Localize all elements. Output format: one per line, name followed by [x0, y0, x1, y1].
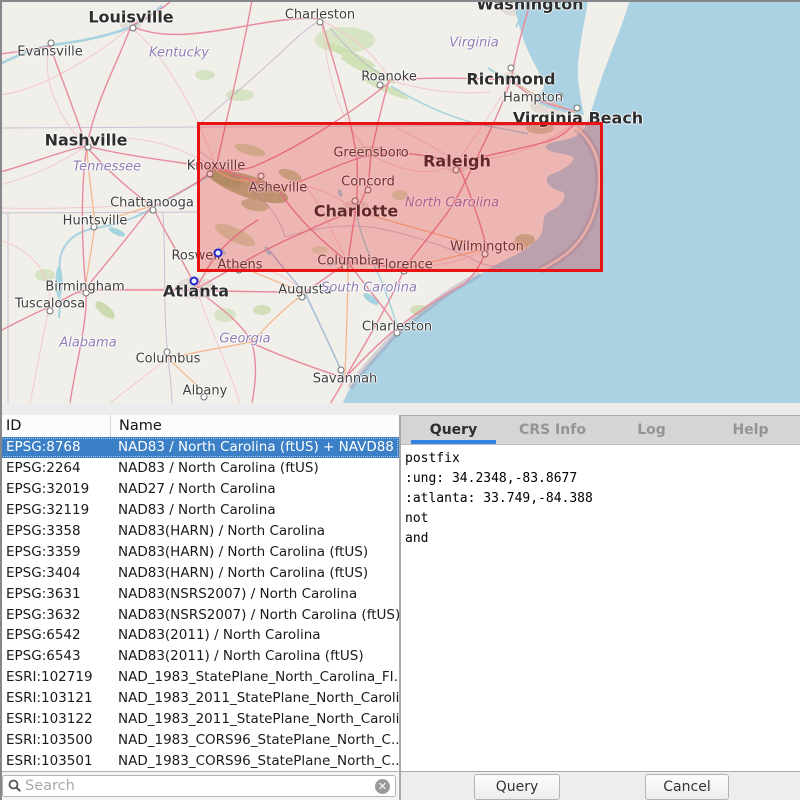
table-row[interactable]: EPSG:3631NAD83(NSRS2007) / North Carolin… [0, 583, 399, 604]
query-button[interactable]: Query [474, 774, 560, 800]
map-city-label: Tuscaloosa [15, 297, 85, 312]
cell-name: NAD_1983_2011_StatePlane_North_Caroli... [110, 690, 399, 706]
tab-query[interactable]: Query [404, 416, 503, 444]
crs-table-body: EPSG:8768NAD83 / North Carolina (ftUS) +… [0, 437, 399, 771]
column-header-name[interactable]: Name [111, 418, 399, 434]
map-state-label: Tennessee [73, 160, 141, 175]
cell-id: EPSG:3404 [0, 565, 110, 581]
map-city-label: Evansville [17, 45, 82, 60]
table-row[interactable]: EPSG:8768NAD83 / North Carolina (ftUS) +… [0, 437, 399, 458]
map-state-label: Alabama [59, 336, 116, 351]
clear-search-icon[interactable]: ✕ [375, 779, 390, 794]
cell-name: NAD83(HARN) / North Carolina (ftUS) [110, 565, 399, 581]
action-bar: Query Cancel [401, 771, 800, 800]
table-row[interactable]: EPSG:32019NAD27 / North Carolina [0, 479, 399, 500]
cell-id: EPSG:6543 [0, 648, 110, 664]
cell-id: EPSG:3358 [0, 523, 110, 539]
cell-name: NAD83 / North Carolina (ftUS) + NAVD88 .… [110, 439, 399, 455]
cell-id: ESRI:103122 [0, 711, 110, 727]
table-row[interactable]: ESRI:103501NAD_1983_CORS96_StatePlane_No… [0, 750, 399, 771]
cell-name: NAD_1983_StatePlane_North_Carolina_FI... [110, 669, 399, 685]
cell-id: EPSG:32119 [0, 502, 110, 518]
cell-name: NAD83(NSRS2007) / North Carolina (ftUS) [110, 607, 399, 623]
map-point-marker [190, 277, 199, 286]
map-city-label: Birmingham [45, 280, 124, 295]
cell-name: NAD_1983_CORS96_StatePlane_North_C... [110, 753, 399, 769]
cell-id: EPSG:2264 [0, 460, 110, 476]
cell-id: ESRI:102719 [0, 669, 110, 685]
map-city-label: Hampton [503, 91, 563, 106]
search-box: ✕ [2, 775, 396, 797]
map-city-label: Louisville [88, 8, 173, 27]
cell-id: EPSG:8768 [0, 439, 110, 455]
table-row[interactable]: ESRI:102719NAD_1983_StatePlane_North_Car… [0, 667, 399, 688]
cell-name: NAD27 / North Carolina [110, 481, 399, 497]
map-state-label: Kentucky [149, 46, 209, 61]
cell-id: EPSG:3631 [0, 586, 110, 602]
column-header-id[interactable]: ID [0, 415, 111, 437]
table-row[interactable]: ESRI:103122NAD_1983_2011_StatePlane_Nort… [0, 709, 399, 730]
table-row[interactable]: EPSG:32119NAD83 / North Carolina [0, 500, 399, 521]
window-border-top [0, 0, 800, 2]
table-header: ID Name [0, 415, 399, 438]
table-row[interactable]: EPSG:3404NAD83(HARN) / North Carolina (f… [0, 562, 399, 583]
cancel-button[interactable]: Cancel [645, 774, 729, 800]
table-row[interactable]: EPSG:6543NAD83(2011) / North Carolina (f… [0, 646, 399, 667]
map-city-label: Nashville [45, 131, 128, 150]
cell-id: ESRI:103501 [0, 753, 110, 769]
table-row[interactable]: EPSG:3632NAD83(NSRS2007) / North Carolin… [0, 604, 399, 625]
search-input[interactable] [23, 778, 375, 794]
cell-name: NAD_1983_2011_StatePlane_North_Caroli... [110, 711, 399, 727]
map-point-marker [214, 249, 223, 258]
table-bottom-border [0, 771, 399, 772]
cell-id: EPSG:3359 [0, 544, 110, 560]
search-icon [7, 778, 23, 794]
tab-bar: QueryCRS InfoLogHelp [401, 415, 800, 445]
table-row[interactable]: EPSG:3358NAD83(HARN) / North Carolina [0, 521, 399, 542]
map-state-label: South Carolina [321, 281, 417, 296]
cell-id: ESRI:103121 [0, 690, 110, 706]
tab-crs-info[interactable]: CRS Info [503, 416, 602, 444]
cell-id: EPSG:32019 [0, 481, 110, 497]
map-city-label: Huntsville [63, 214, 128, 229]
map-city-label: Savannah [313, 372, 378, 387]
map-city-label: Roanoke [361, 70, 417, 85]
map-city-label: Chattanooga [110, 196, 194, 211]
map-city-label: Washington [476, 0, 583, 14]
cell-name: NAD83(2011) / North Carolina [110, 627, 399, 643]
cell-id: EPSG:6542 [0, 627, 110, 643]
query-editor[interactable]: postfix :ung: 34.2348,-83.8677 :atlanta:… [401, 445, 800, 771]
cell-name: NAD83 / North Carolina (ftUS) [110, 460, 399, 476]
map-state-label: Georgia [219, 332, 270, 347]
table-row[interactable]: EPSG:3359NAD83(HARN) / North Carolina (f… [0, 541, 399, 562]
query-panel: QueryCRS InfoLogHelp postfix :ung: 34.23… [400, 415, 800, 800]
table-row[interactable]: EPSG:2264NAD83 / North Carolina (ftUS) [0, 458, 399, 479]
cell-name: NAD83(HARN) / North Carolina (ftUS) [110, 544, 399, 560]
table-row[interactable]: EPSG:6542NAD83(2011) / North Carolina [0, 625, 399, 646]
table-row[interactable]: ESRI:103121NAD_1983_2011_StatePlane_Nort… [0, 688, 399, 709]
map-city-label: Columbus [136, 352, 201, 367]
tab-log[interactable]: Log [602, 416, 701, 444]
cell-name: NAD83 / North Carolina [110, 502, 399, 518]
map-city-label: Charleston [362, 320, 432, 335]
map-city-label: Charleston [285, 8, 355, 23]
cell-name: NAD83(HARN) / North Carolina [110, 523, 399, 539]
map-city-label: Albany [183, 384, 228, 399]
cell-name: NAD_1983_CORS96_StatePlane_North_C... [110, 732, 399, 748]
map-city-label: Richmond [466, 70, 555, 89]
crs-results-panel: ID Name EPSG:8768NAD83 / North Carolina … [0, 415, 400, 800]
map-selection-rectangle [197, 122, 603, 272]
map-state-label: Virginia [449, 36, 499, 51]
tab-help[interactable]: Help [701, 416, 800, 444]
cell-name: NAD83(NSRS2007) / North Carolina [110, 586, 399, 602]
panel-divider [0, 403, 800, 415]
window-border-left [0, 0, 2, 800]
table-row[interactable]: ESRI:103500NAD_1983_CORS96_StatePlane_No… [0, 729, 399, 750]
cell-name: NAD83(2011) / North Carolina (ftUS) [110, 648, 399, 664]
map[interactable]: WashingtonLouisvilleNashvilleRichmondRal… [0, 0, 800, 403]
cell-id: ESRI:103500 [0, 732, 110, 748]
cell-id: EPSG:3632 [0, 607, 110, 623]
